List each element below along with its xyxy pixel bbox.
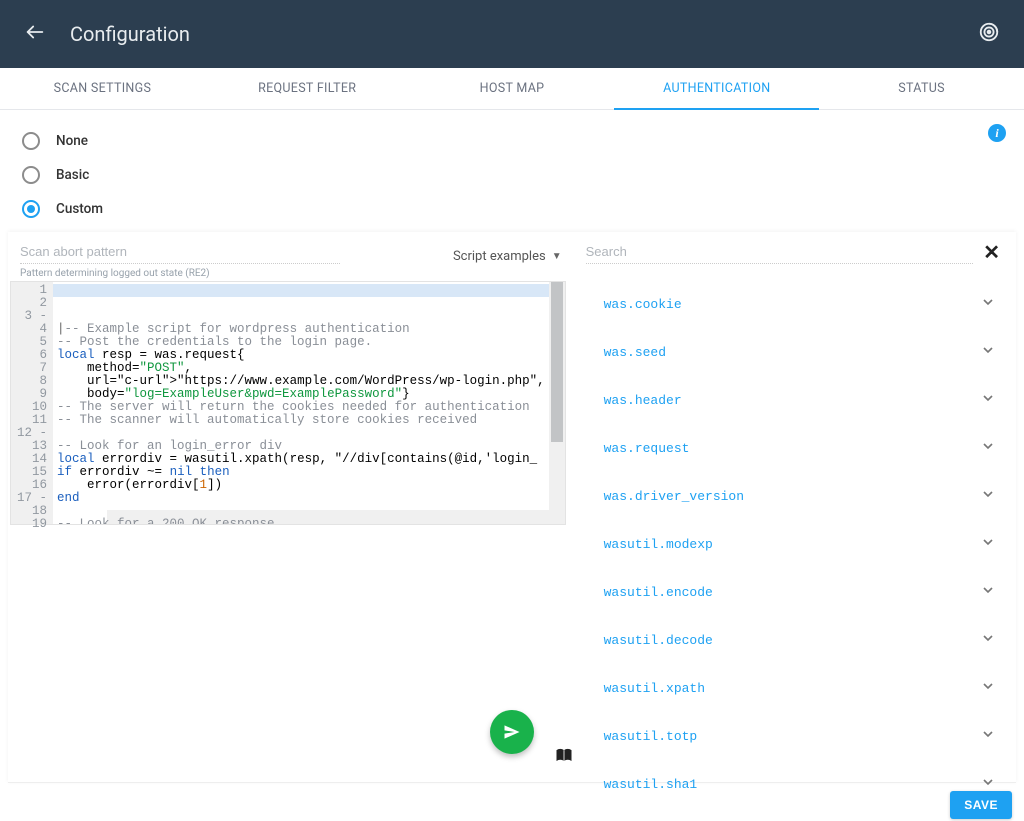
chevron-down-icon [980, 726, 996, 746]
reference-item[interactable]: wasutil.encode [586, 568, 1000, 616]
reference-fn: wasutil.encode [604, 585, 713, 600]
auth-mode-group: i None Basic Custom [0, 110, 1024, 232]
tabs: SCAN SETTINGS REQUEST FILTER HOST MAP AU… [0, 68, 1024, 110]
reference-item[interactable]: wasutil.totp [586, 712, 1000, 760]
radio-label-none: None [56, 133, 88, 149]
back-icon[interactable] [24, 21, 46, 47]
header-bar: Configuration [0, 0, 1024, 68]
chevron-down-icon: ▼ [552, 251, 562, 262]
radio-custom[interactable] [22, 200, 40, 218]
reference-item[interactable]: was.seed [586, 328, 1000, 376]
reference-pane: ✕ was.cookie was.seed was.header was.reques… [574, 232, 1016, 782]
chevron-down-icon [980, 678, 996, 698]
radio-row-none[interactable]: None [18, 124, 1006, 158]
tab-host-map[interactable]: HOST MAP [410, 68, 615, 109]
search-input[interactable] [586, 240, 974, 264]
reference-fn: was.request [604, 441, 690, 456]
radio-row-basic[interactable]: Basic [18, 158, 1006, 192]
reference-item[interactable]: was.driver_version [586, 472, 1000, 520]
tab-status[interactable]: STATUS [819, 68, 1024, 109]
chevron-down-icon [980, 534, 996, 554]
reference-fn: was.header [604, 393, 682, 408]
script-examples-label: Script examples [453, 249, 546, 264]
tab-request-filter[interactable]: REQUEST FILTER [205, 68, 410, 109]
save-button[interactable]: SAVE [950, 791, 1012, 819]
reference-item[interactable]: wasutil.decode [586, 616, 1000, 664]
reference-item[interactable]: wasutil.xpath [586, 664, 1000, 712]
radio-row-custom[interactable]: Custom [18, 192, 1006, 226]
main-panels: Script examples ▼ Pattern determining lo… [8, 232, 1016, 783]
reference-item[interactable]: was.cookie [586, 280, 1000, 328]
reference-item[interactable]: wasutil.modexp [586, 520, 1000, 568]
script-examples-dropdown[interactable]: Script examples ▼ [453, 249, 562, 264]
radio-label-custom: Custom [56, 201, 103, 217]
target-icon[interactable] [978, 21, 1000, 47]
reference-fn: was.seed [604, 345, 666, 360]
reference-fn: was.cookie [604, 297, 682, 312]
script-pane: Script examples ▼ Pattern determining lo… [8, 232, 574, 782]
scan-abort-input[interactable] [20, 240, 340, 264]
reference-toggle-icon[interactable] [554, 746, 574, 770]
code-editor[interactable]: 1 2 3 - 4 5 6 7 8 9 10 11 12 - 13 14 15 … [10, 281, 566, 525]
reference-fn: was.driver_version [604, 489, 744, 504]
tab-scan-settings[interactable]: SCAN SETTINGS [0, 68, 205, 109]
chevron-down-icon [980, 438, 996, 458]
page-title: Configuration [70, 22, 190, 46]
radio-basic[interactable] [22, 166, 40, 184]
chevron-down-icon [980, 486, 996, 506]
close-icon[interactable]: ✕ [983, 240, 1000, 264]
reference-item[interactable]: was.header [586, 376, 1000, 424]
editor-gutter: 1 2 3 - 4 5 6 7 8 9 10 11 12 - 13 14 15 … [11, 282, 53, 524]
chevron-down-icon [980, 294, 996, 314]
reference-fn: wasutil.sha1 [604, 777, 698, 792]
tab-authentication[interactable]: AUTHENTICATION [614, 68, 819, 109]
reference-fn: wasutil.xpath [604, 681, 705, 696]
chevron-down-icon [980, 582, 996, 602]
reference-item[interactable]: wasutil.sha1 [586, 760, 1000, 808]
reference-item[interactable]: was.request [586, 424, 1000, 472]
chevron-down-icon [980, 630, 996, 650]
chevron-down-icon [980, 390, 996, 410]
editor-code[interactable]: |-- Example script for wordpress authent… [53, 282, 549, 524]
chevron-down-icon [980, 342, 996, 362]
reference-fn: wasutil.decode [604, 633, 713, 648]
info-icon[interactable]: i [988, 124, 1006, 142]
reference-fn: wasutil.modexp [604, 537, 713, 552]
radio-none[interactable] [22, 132, 40, 150]
editor-scrollbar-v[interactable] [549, 282, 565, 524]
reference-fn: wasutil.totp [604, 729, 698, 744]
abort-caption: Pattern determining logged out state (RE… [8, 268, 574, 281]
run-button[interactable] [490, 710, 534, 754]
reference-list: was.cookie was.seed was.header was.request w… [586, 280, 1000, 808]
radio-label-basic: Basic [56, 167, 89, 183]
